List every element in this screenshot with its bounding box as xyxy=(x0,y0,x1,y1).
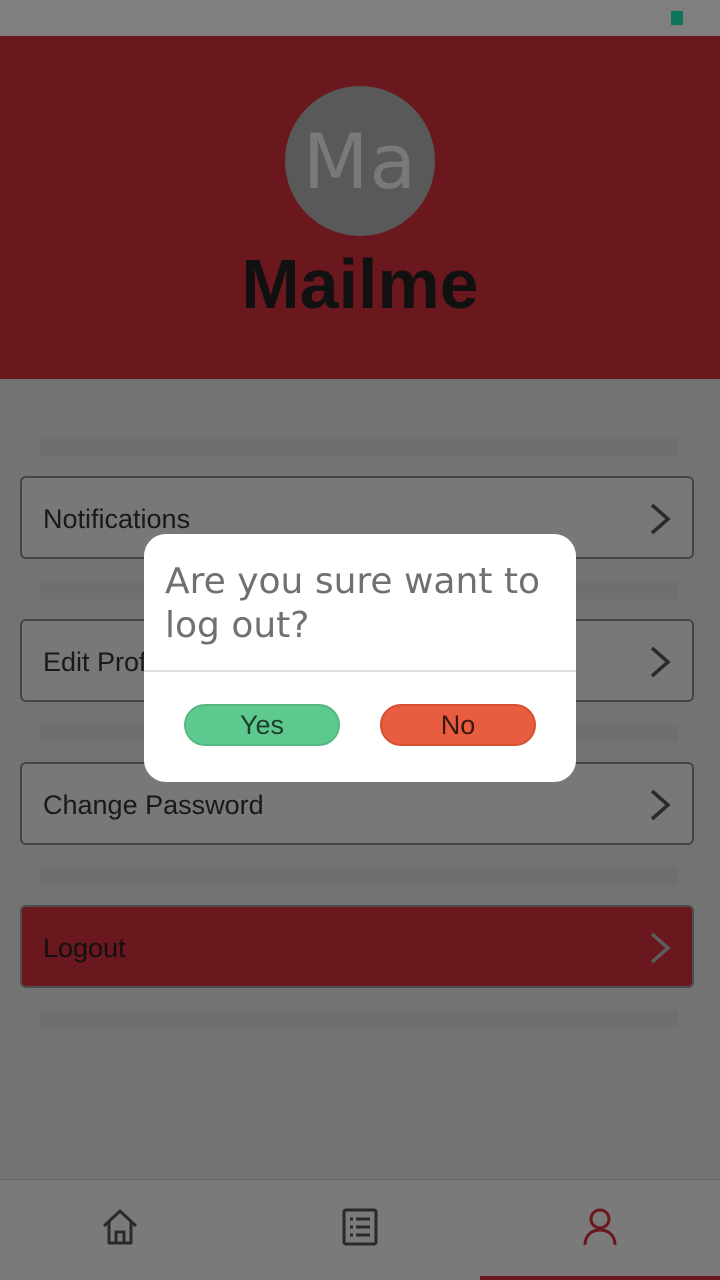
logout-confirm-dialog: Are you sure want to log out? Yes No xyxy=(144,534,576,782)
no-button[interactable]: No xyxy=(380,704,536,746)
divider xyxy=(144,670,576,672)
dialog-message: Are you sure want to log out? xyxy=(165,561,541,646)
yes-button[interactable]: Yes xyxy=(184,704,340,746)
